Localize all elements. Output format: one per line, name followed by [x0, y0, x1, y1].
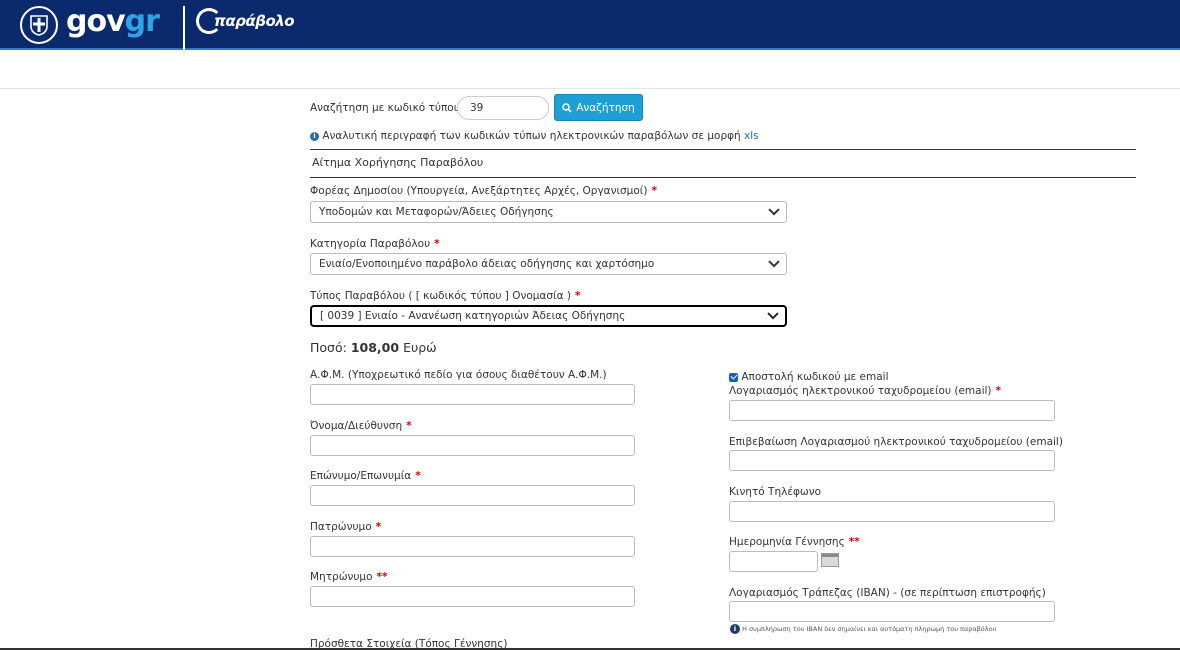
- mobile-label: Κινητό Τηλέφωνο: [729, 486, 822, 498]
- birth-date-label: Ημερομηνία Γέννησης **: [729, 536, 860, 548]
- amount-display: Ποσό: 108,00 Ευρώ: [310, 340, 437, 355]
- info-text: Αναλυτική περιγραφή των κωδικών τύπων ηλ…: [322, 130, 741, 142]
- parabolo-logo-text: παράβολο: [214, 12, 295, 30]
- birth-date-label-text: Ημερομηνία Γέννησης: [729, 536, 845, 548]
- amount-label: Ποσό:: [310, 340, 347, 355]
- agency-select-value: Υποδομών και Μεταφορών/Άδειες Οδήγησης: [319, 206, 554, 218]
- agency-select[interactable]: Υποδομών και Μεταφορών/Άδειες Οδήγησης: [310, 201, 787, 223]
- mother-name-input[interactable]: [310, 586, 635, 607]
- iban-note: i Η συμπλήρωση του IBAN δεν σημαίνει και…: [730, 624, 996, 634]
- name-input[interactable]: [310, 435, 635, 456]
- agency-label: Φορέας Δημοσίου (Υπουργεία, Ανεξάρτητες …: [310, 185, 657, 197]
- type-required-mark: *: [574, 290, 581, 302]
- iban-input[interactable]: [729, 601, 1055, 622]
- category-label: Κατηγορία Παραβόλου *: [310, 238, 440, 250]
- surname-required-mark: *: [415, 470, 421, 482]
- search-icon: [562, 102, 572, 113]
- email-confirm-label: Επιβεβαίωση Λογαριασμού ηλεκτρονικού ταχ…: [729, 436, 1063, 448]
- chevron-down-icon: [768, 208, 780, 216]
- search-button[interactable]: Αναζήτηση: [554, 94, 643, 121]
- section-title: Αίτημα Χορήγησης Παραβόλου: [312, 156, 484, 169]
- type-label: Τύπος Παραβόλου ( [ κωδικός τύπου ] Ονομ…: [310, 290, 580, 302]
- search-code-label: Αναζήτηση με κωδικό τύπου: [310, 102, 460, 114]
- mobile-input[interactable]: [729, 501, 1055, 522]
- category-select-value: Ενιαίο/Ενοποιημένο παράβολο άδειας οδήγη…: [319, 258, 655, 270]
- govgr-logo-gr: gr: [124, 4, 160, 39]
- info-icon: i: [310, 131, 319, 141]
- amount-currency: Ευρώ: [403, 340, 437, 355]
- afm-label: Α.Φ.Μ. (Υποχρεωτικό πεδίο για όσους διαθ…: [310, 369, 607, 381]
- iban-label: Λογαριασμός Τράπεζας (IBAN) - (σε περίπτ…: [729, 587, 1046, 599]
- email-confirm-input[interactable]: [729, 450, 1055, 471]
- section-divider-top: [310, 149, 1136, 150]
- name-required-mark: *: [406, 420, 412, 432]
- send-code-checkbox[interactable]: [729, 372, 738, 382]
- govgr-logo-gov: gov: [66, 4, 126, 39]
- category-label-text: Κατηγορία Παραβόλου: [310, 238, 431, 250]
- send-code-label: Αποστολή κωδικού με email: [741, 371, 889, 383]
- top-header-bar: govgr παράβολο: [0, 0, 1180, 50]
- mother-name-label: Μητρώνυμο **: [310, 571, 388, 583]
- birth-date-required-mark: **: [848, 536, 860, 548]
- father-name-label-text: Πατρώνυμο: [310, 521, 372, 533]
- email-input[interactable]: [729, 400, 1055, 421]
- birth-date-input[interactable]: [729, 551, 818, 572]
- type-select-value: [ 0039 ] Ενιαίο - Ανανέωση κατηγοριών Άδ…: [320, 310, 626, 322]
- email-required-mark: *: [995, 385, 1002, 397]
- search-code-input[interactable]: [457, 96, 549, 120]
- mother-name-label-text: Μητρώνυμο: [310, 571, 373, 583]
- cross-shield-icon: [30, 15, 48, 36]
- chevron-down-icon: [767, 312, 779, 320]
- send-code-row: Αποστολή κωδικού με email: [729, 371, 889, 383]
- iban-note-text: Η συμπλήρωση του IBAN δεν σημαίνει και α…: [742, 625, 997, 633]
- type-label-text: Τύπος Παραβόλου ( [ κωδικός τύπου ] Ονομ…: [310, 290, 571, 302]
- name-label-text: Όνομα/Διεύθυνση: [310, 420, 403, 432]
- email-label-text: Λογαριασμός ηλεκτρονικού ταχυδρομείου (e…: [729, 385, 992, 397]
- info-line: i Αναλυτική περιγραφή των κωδικών τύπων …: [310, 130, 759, 142]
- mother-name-required-mark: **: [376, 571, 388, 583]
- surname-input[interactable]: [310, 485, 635, 506]
- surname-label-text: Επώνυμο/Επωνυμία: [310, 470, 412, 482]
- section-divider-bottom: [310, 177, 1136, 178]
- search-button-label: Αναζήτηση: [576, 101, 635, 114]
- agency-required-mark: *: [651, 185, 657, 197]
- type-select[interactable]: [ 0039 ] Ενιαίο - Ανανέωση κατηγοριών Άδ…: [310, 305, 787, 327]
- parabolo-logo[interactable]: παράβολο: [196, 8, 295, 34]
- father-name-required-mark: *: [375, 521, 382, 533]
- email-label: Λογαριασμός ηλεκτρονικού ταχυδρομείου (e…: [729, 385, 1001, 397]
- calendar-icon[interactable]: [821, 553, 839, 567]
- amount-value: 108,00: [350, 340, 400, 355]
- category-select[interactable]: Ενιαίο/Ενοποιημένο παράβολο άδειας οδήγη…: [310, 253, 787, 275]
- chevron-down-icon: [768, 260, 780, 268]
- surname-label: Επώνυμο/Επωνυμία *: [310, 470, 421, 482]
- info-icon: i: [730, 624, 740, 634]
- afm-input[interactable]: [310, 384, 635, 405]
- xls-link[interactable]: xls: [744, 130, 759, 142]
- name-label: Όνομα/Διεύθυνση *: [310, 420, 412, 432]
- father-name-label: Πατρώνυμο *: [310, 521, 381, 533]
- category-required-mark: *: [434, 238, 440, 250]
- greek-emblem-icon[interactable]: [20, 6, 58, 44]
- form-content: Αναζήτηση με κωδικό τύπου Αναζήτηση i Αν…: [0, 88, 1180, 650]
- govgr-logo[interactable]: govgr: [66, 4, 160, 39]
- father-name-input[interactable]: [310, 536, 635, 557]
- agency-label-text: Φορέας Δημοσίου (Υπουργεία, Ανεξάρτητες …: [310, 185, 648, 197]
- header-divider: [183, 6, 185, 50]
